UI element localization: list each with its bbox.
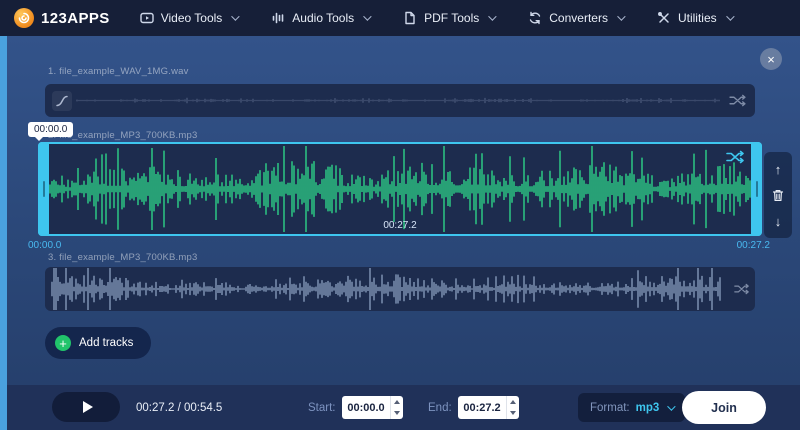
menu-label: Converters: [549, 11, 608, 25]
app-logo[interactable]: 123APPS: [14, 8, 110, 28]
menu-label: Utilities: [678, 11, 717, 25]
add-tracks-label: Add tracks: [79, 337, 133, 349]
trash-icon: [772, 189, 784, 202]
app-name: 123APPS: [41, 10, 110, 27]
trim-handle-right[interactable]: [751, 142, 762, 236]
track1[interactable]: [45, 84, 755, 117]
left-scrollbar[interactable]: [0, 36, 7, 430]
end-time-input[interactable]: [458, 396, 506, 419]
converter-icon: [528, 11, 542, 25]
format-dropdown[interactable]: Format: mp3: [578, 393, 685, 422]
end-label: End:: [428, 385, 452, 430]
utilities-icon: [657, 11, 671, 25]
track2-start-time: 00:00.0: [28, 240, 61, 251]
start-time-field: [342, 396, 403, 419]
play-button[interactable]: [52, 392, 120, 422]
crossfade-icon-active[interactable]: [726, 150, 744, 169]
crossfade-icon[interactable]: [729, 94, 746, 107]
crossfade-icon[interactable]: [734, 283, 749, 295]
track3-filename: 3. file_example_MP3_700KB.mp3: [48, 252, 197, 263]
chevron-down-icon: [231, 12, 239, 20]
menu-label: Audio Tools: [292, 11, 354, 25]
track2-selected[interactable]: 00:27.2: [38, 142, 762, 236]
menu-pdf-tools[interactable]: PDF Tools: [403, 11, 494, 25]
move-up-button[interactable]: ↑: [775, 163, 782, 176]
track3[interactable]: [45, 267, 755, 311]
stepper-up-icon[interactable]: [391, 396, 403, 408]
track1-filename: 1. file_example_WAV_1MG.wav: [48, 66, 189, 77]
chevron-down-icon: [726, 12, 734, 20]
main-menu: Video Tools Audio Tools PDF Tools Conver…: [140, 11, 732, 25]
track1-waveform[interactable]: [76, 84, 720, 117]
start-time-stepper: [390, 396, 403, 419]
chevron-down-icon: [617, 12, 625, 20]
menu-label: Video Tools: [161, 11, 223, 25]
logo-swirl-icon: [14, 8, 34, 28]
menu-utilities[interactable]: Utilities: [657, 11, 732, 25]
audio-icon: [271, 11, 285, 25]
end-time-stepper: [506, 396, 519, 419]
pdf-icon: [403, 11, 417, 25]
close-icon: ×: [767, 53, 775, 66]
start-time-input[interactable]: [342, 396, 390, 419]
menu-converters[interactable]: Converters: [528, 11, 623, 25]
menu-video-tools[interactable]: Video Tools: [140, 11, 238, 25]
stepper-up-icon[interactable]: [507, 396, 519, 408]
player-bar: 00:27.2 / 00:54.5 Start: End: Format: mp…: [0, 385, 800, 430]
down-arrow-icon: ↓: [775, 215, 782, 228]
top-navbar: 123APPS Video Tools Audio Tools PDF Tool…: [0, 0, 800, 36]
stepper-down-icon[interactable]: [507, 408, 519, 420]
track3-waveform[interactable]: [51, 267, 722, 311]
chevron-down-icon: [488, 12, 496, 20]
join-button[interactable]: Join: [682, 391, 766, 424]
chevron-down-icon: [667, 402, 675, 410]
track2-current-time: 00:27.2: [40, 220, 760, 231]
up-arrow-icon: ↑: [775, 163, 782, 176]
move-down-button[interactable]: ↓: [775, 215, 782, 228]
add-tracks-button[interactable]: + Add tracks: [45, 327, 151, 359]
end-time-field: [458, 396, 519, 419]
plus-icon: +: [55, 335, 71, 351]
trim-handle-left[interactable]: [38, 142, 49, 236]
track-side-controls: ↑ ↓: [764, 152, 792, 238]
close-button[interactable]: ×: [760, 48, 782, 70]
track2-end-time: 00:27.2: [737, 240, 770, 251]
start-label: Start:: [308, 385, 335, 430]
format-value: mp3: [636, 402, 660, 414]
editor-area: × 1. file_example_WAV_1MG.wav 00:00.0 2.…: [0, 36, 800, 385]
stepper-down-icon[interactable]: [391, 408, 403, 420]
play-icon: [83, 401, 93, 413]
menu-audio-tools[interactable]: Audio Tools: [271, 11, 369, 25]
track2-times: 00:00.0 00:27.2: [28, 240, 770, 251]
format-label: Format:: [590, 402, 630, 414]
chevron-down-icon: [363, 12, 371, 20]
time-display: 00:27.2 / 00:54.5: [136, 385, 222, 430]
fade-icon[interactable]: [52, 91, 72, 111]
delete-track-button[interactable]: [772, 189, 784, 202]
video-icon: [140, 11, 154, 25]
playhead-time-badge: 00:00.0: [28, 122, 73, 137]
menu-label: PDF Tools: [424, 11, 479, 25]
